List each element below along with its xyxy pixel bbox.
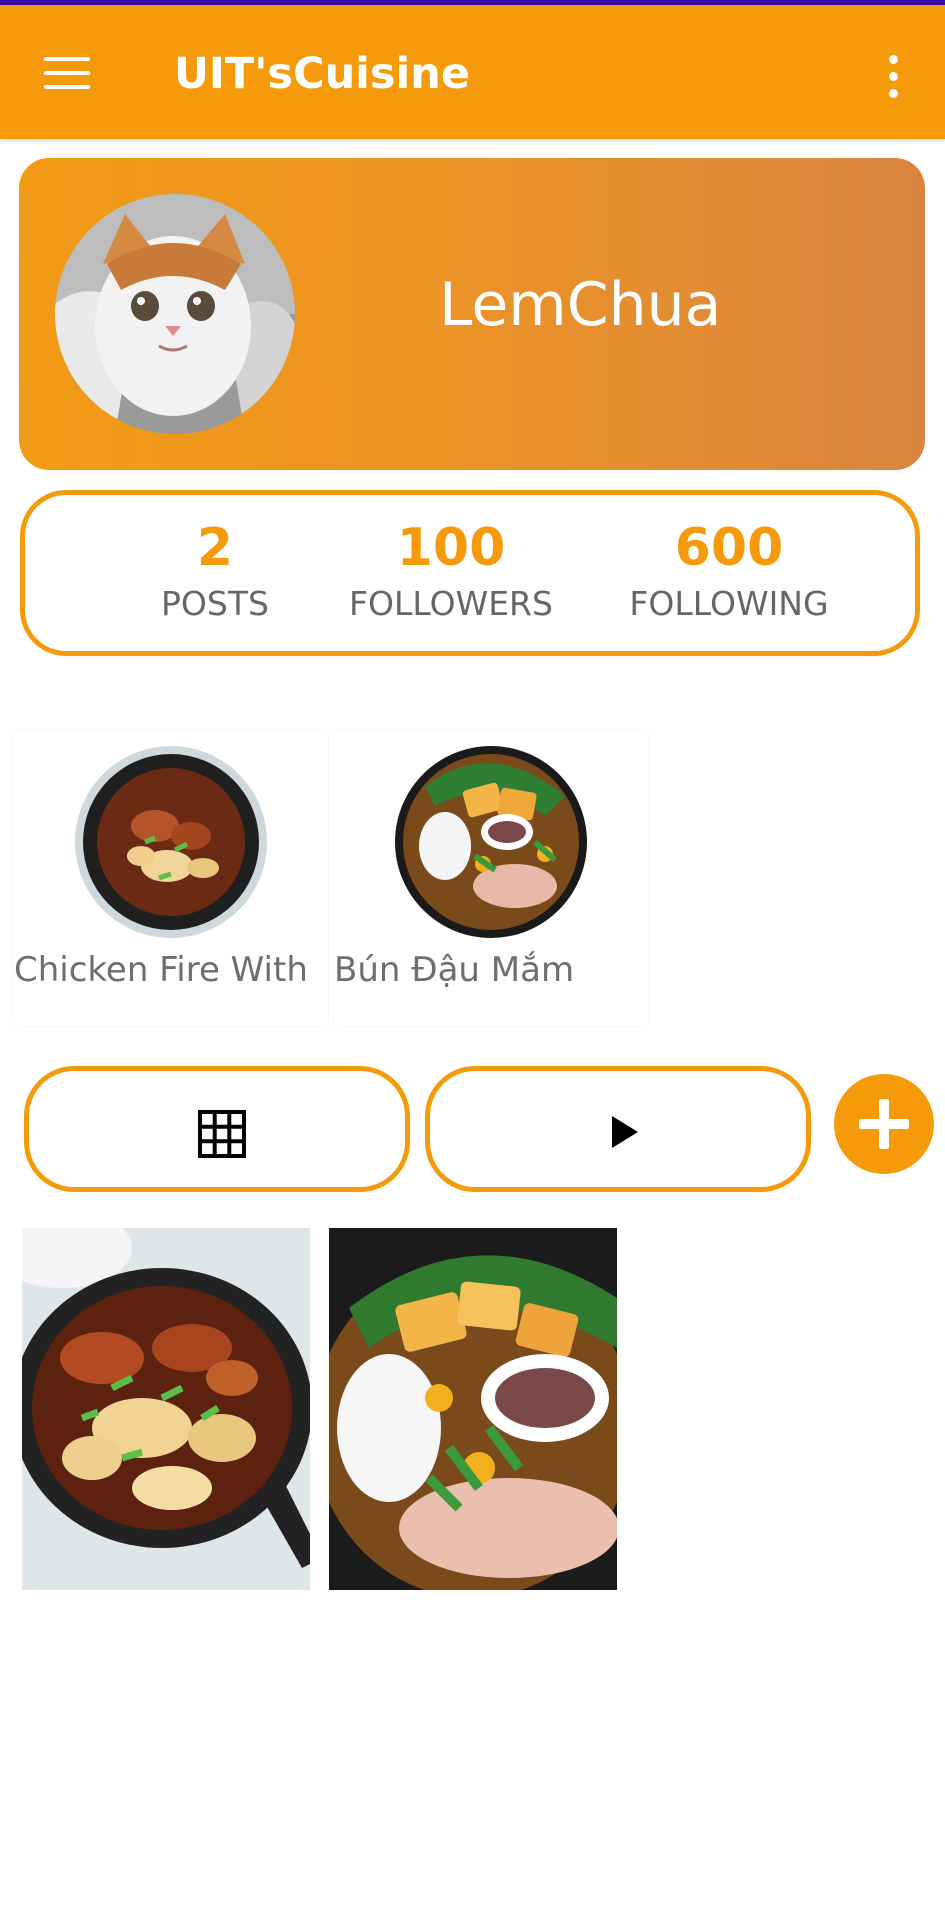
chicken-skillet-image: [22, 1228, 310, 1590]
recipe-card[interactable]: Bún Đậu Mắm: [334, 730, 648, 1026]
recipe-name: Bún Đậu Mắm: [334, 950, 575, 990]
stat-following[interactable]: 600 FOLLOWING: [609, 517, 849, 629]
add-post-button[interactable]: [834, 1074, 934, 1174]
bun-dau-platter-image: [329, 1228, 617, 1590]
grid-icon: [198, 1110, 246, 1158]
app-bar: UIT'sCuisine: [0, 5, 945, 139]
stat-posts-value: 2: [196, 518, 234, 578]
recipe-card[interactable]: Chicken Fire With: [14, 730, 328, 1026]
post-thumbnail[interactable]: [329, 1228, 617, 1590]
stat-followers-value: 100: [396, 518, 506, 578]
stat-following-label: FOLLOWING: [629, 584, 829, 623]
stat-followers-label: FOLLOWERS: [349, 584, 553, 623]
chicken-skillet-thumbnail: [75, 746, 267, 938]
tab-grid[interactable]: [24, 1066, 410, 1192]
post-thumbnail[interactable]: [22, 1228, 310, 1590]
tab-video[interactable]: [425, 1066, 811, 1192]
more-vert-icon[interactable]: [880, 53, 906, 101]
play-icon: [612, 1116, 638, 1148]
stat-following-value: 600: [674, 518, 784, 578]
profile-card: LemChua: [19, 158, 925, 470]
stat-posts[interactable]: 2 POSTS: [125, 517, 305, 629]
profile-username: LemChua: [439, 270, 722, 340]
recipe-name: Chicken Fire With: [14, 950, 308, 990]
stat-followers[interactable]: 100 FOLLOWERS: [331, 517, 571, 629]
hamburger-menu-icon[interactable]: [44, 57, 90, 91]
app-title: UIT'sCuisine: [174, 49, 471, 99]
cat-avatar[interactable]: [55, 194, 295, 434]
stat-posts-label: POSTS: [161, 584, 269, 623]
bun-dau-thumbnail: [395, 746, 587, 938]
stats-panel: 2 POSTS 100 FOLLOWERS 600 FOLLOWING: [20, 490, 920, 656]
